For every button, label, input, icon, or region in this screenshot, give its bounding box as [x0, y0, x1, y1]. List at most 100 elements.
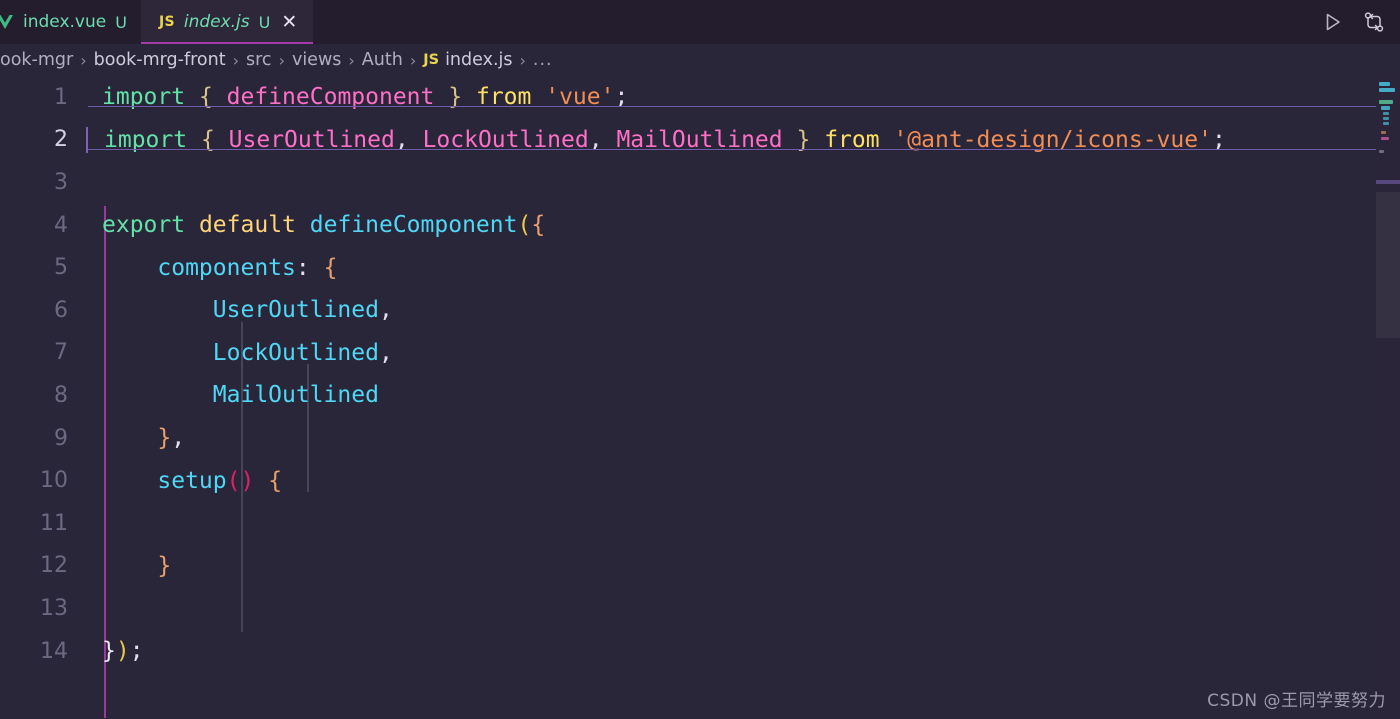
- code-line[interactable]: 12 }: [0, 545, 1400, 588]
- code-line[interactable]: 10 setup() {: [0, 459, 1400, 502]
- code-line-text[interactable]: import { UserOutlined, LockOutlined, Mai…: [86, 105, 1400, 153]
- code-token: ,: [171, 425, 186, 452]
- breadcrumb-separator: ›: [278, 50, 285, 70]
- code-token: components: [157, 254, 296, 281]
- code-token: ;: [1211, 126, 1226, 153]
- code-line[interactable]: 11: [0, 502, 1400, 545]
- code-lines[interactable]: 1 import { defineComponent } from 'vue'; 2…: [0, 76, 1400, 672]
- code-line-text[interactable]: UserOutlined,: [86, 297, 1400, 323]
- close-icon[interactable]: ✕: [281, 12, 297, 32]
- minimap-slider[interactable]: [1376, 192, 1400, 338]
- code-token: ,: [588, 126, 603, 153]
- code-token: :: [295, 254, 310, 281]
- code-line[interactable]: 9 },: [0, 417, 1400, 460]
- code-line[interactable]: 3: [0, 161, 1400, 204]
- line-number: 8: [54, 382, 68, 408]
- code-line[interactable]: 6 UserOutlined,: [0, 289, 1400, 332]
- code-token: setup: [157, 467, 227, 494]
- line-number: 11: [40, 510, 68, 536]
- play-icon[interactable]: [1322, 11, 1344, 33]
- editor-actions: [1322, 0, 1400, 44]
- breadcrumb-overflow[interactable]: ...: [533, 50, 553, 70]
- code-token: (: [517, 212, 532, 239]
- vscode-editor-window: index.vue U JS index.js U ✕ ook-mgr › bo…: [0, 0, 1400, 719]
- code-line[interactable]: 14});: [0, 630, 1400, 673]
- code-token: ): [115, 638, 130, 665]
- breadcrumb-item-ook-mgr[interactable]: ook-mgr: [0, 50, 73, 70]
- code-token: UserOutlined: [212, 297, 379, 324]
- code-token: }: [157, 425, 172, 452]
- code-line-text[interactable]: setup() {: [86, 468, 1400, 494]
- line-number: 6: [54, 297, 68, 323]
- minimap-block: [1379, 100, 1393, 104]
- code-token: (): [226, 467, 255, 494]
- code-line-text[interactable]: });: [86, 638, 1400, 664]
- code-line[interactable]: 8 MailOutlined: [0, 374, 1400, 417]
- code-token: ,: [394, 126, 409, 153]
- code-line-text[interactable]: components: {: [86, 255, 1400, 281]
- tab-index-js[interactable]: JS index.js U ✕: [140, 0, 314, 44]
- code-line-text[interactable]: import { defineComponent } from 'vue';: [86, 84, 1400, 110]
- code-token: import: [102, 84, 186, 111]
- code-token: UserOutlined: [228, 126, 395, 153]
- minimap-block: [1381, 106, 1390, 110]
- tab-index-vue[interactable]: index.vue U: [0, 0, 141, 44]
- code-token: ;: [129, 638, 144, 665]
- code-token: {: [531, 212, 546, 239]
- code-token: '@ant-design/icons-vue': [893, 126, 1212, 153]
- code-line-text[interactable]: LockOutlined,: [86, 340, 1400, 366]
- code-line[interactable]: 4 export default defineComponent({: [0, 204, 1400, 247]
- code-line-text[interactable]: }: [86, 553, 1400, 579]
- code-token: from: [475, 84, 532, 111]
- code-line-text[interactable]: MailOutlined: [86, 382, 1400, 408]
- code-token: import: [104, 126, 188, 153]
- code-editor[interactable]: 1 import { defineComponent } from 'vue'; 2…: [0, 76, 1400, 719]
- code-token: {: [200, 126, 215, 153]
- code-line-text[interactable]: },: [86, 425, 1400, 451]
- line-number: 12: [40, 553, 68, 579]
- vue-icon: [0, 14, 14, 30]
- breadcrumb-item-views[interactable]: views: [292, 50, 341, 70]
- tab-bar-spacer: [313, 0, 1322, 44]
- code-line[interactable]: 2 import { UserOutlined, LockOutlined, Ma…: [0, 105, 1400, 162]
- code-token: }: [448, 84, 463, 111]
- code-token: default: [198, 212, 296, 239]
- breadcrumb: ook-mgr › book-mrg-front › src › views › Auth › JS…: [0, 44, 1400, 76]
- code-token: LockOutlined: [422, 126, 589, 153]
- code-token: ,: [378, 297, 393, 324]
- code-token: MailOutlined: [212, 382, 379, 409]
- line-number: 5: [54, 255, 68, 281]
- minimap-block: [1379, 88, 1395, 92]
- code-token: }: [157, 552, 172, 579]
- breadcrumb-separator: ›: [80, 50, 87, 70]
- code-line[interactable]: 13: [0, 587, 1400, 630]
- breadcrumb-item-src[interactable]: src: [246, 50, 272, 70]
- breadcrumb-item-auth[interactable]: Auth: [362, 50, 403, 70]
- tab-label: index.js: [183, 12, 250, 32]
- swap-arrows-icon[interactable]: [1362, 10, 1386, 34]
- code-line[interactable]: 5 components: {: [0, 246, 1400, 289]
- code-token: 'vue': [545, 84, 615, 111]
- js-icon: JS: [158, 14, 175, 30]
- minimap-block: [1383, 112, 1389, 115]
- minimap[interactable]: [1376, 76, 1400, 719]
- code-line-text[interactable]: export default defineComponent({: [86, 212, 1400, 238]
- breadcrumb-item-book-mrg-front[interactable]: book-mrg-front: [94, 50, 226, 70]
- code-line[interactable]: 1 import { defineComponent } from 'vue';: [0, 76, 1400, 119]
- minimap-block: [1379, 82, 1390, 86]
- breadcrumb-item-index-js[interactable]: index.js: [445, 50, 512, 70]
- code-line[interactable]: 7 LockOutlined,: [0, 332, 1400, 375]
